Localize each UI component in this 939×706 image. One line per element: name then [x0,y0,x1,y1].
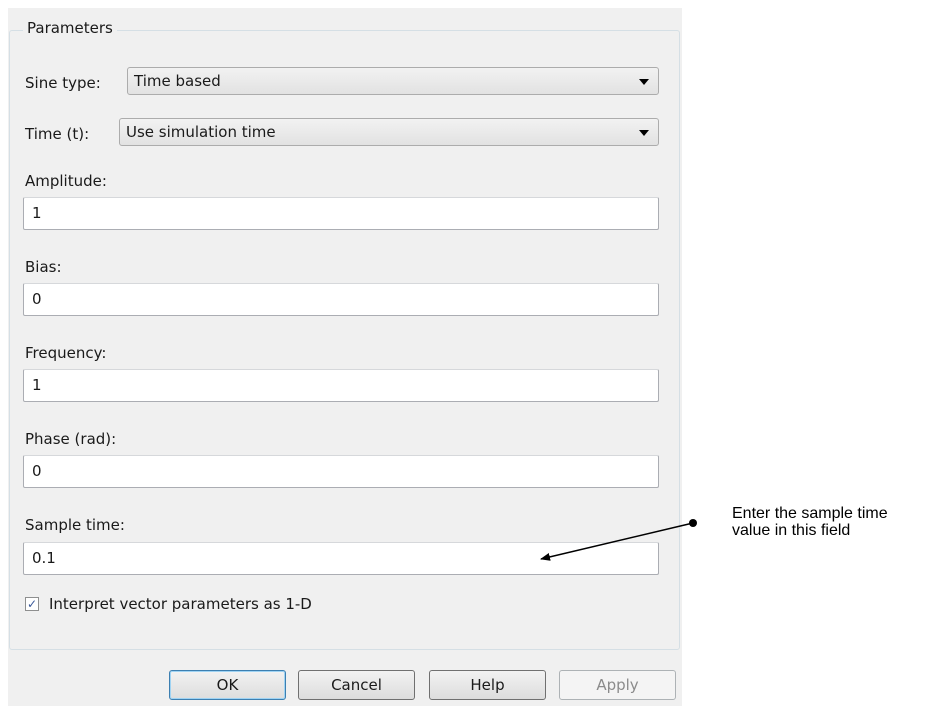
callout-arrow-line [540,522,694,561]
callout-arrow [540,519,697,561]
sample-time-annotation: Enter the sample time value in this fiel… [732,505,937,539]
callout-dot [689,519,697,527]
annotation-line-1: Enter the sample time [732,505,888,522]
annotation-line-2: value in this field [732,522,851,539]
